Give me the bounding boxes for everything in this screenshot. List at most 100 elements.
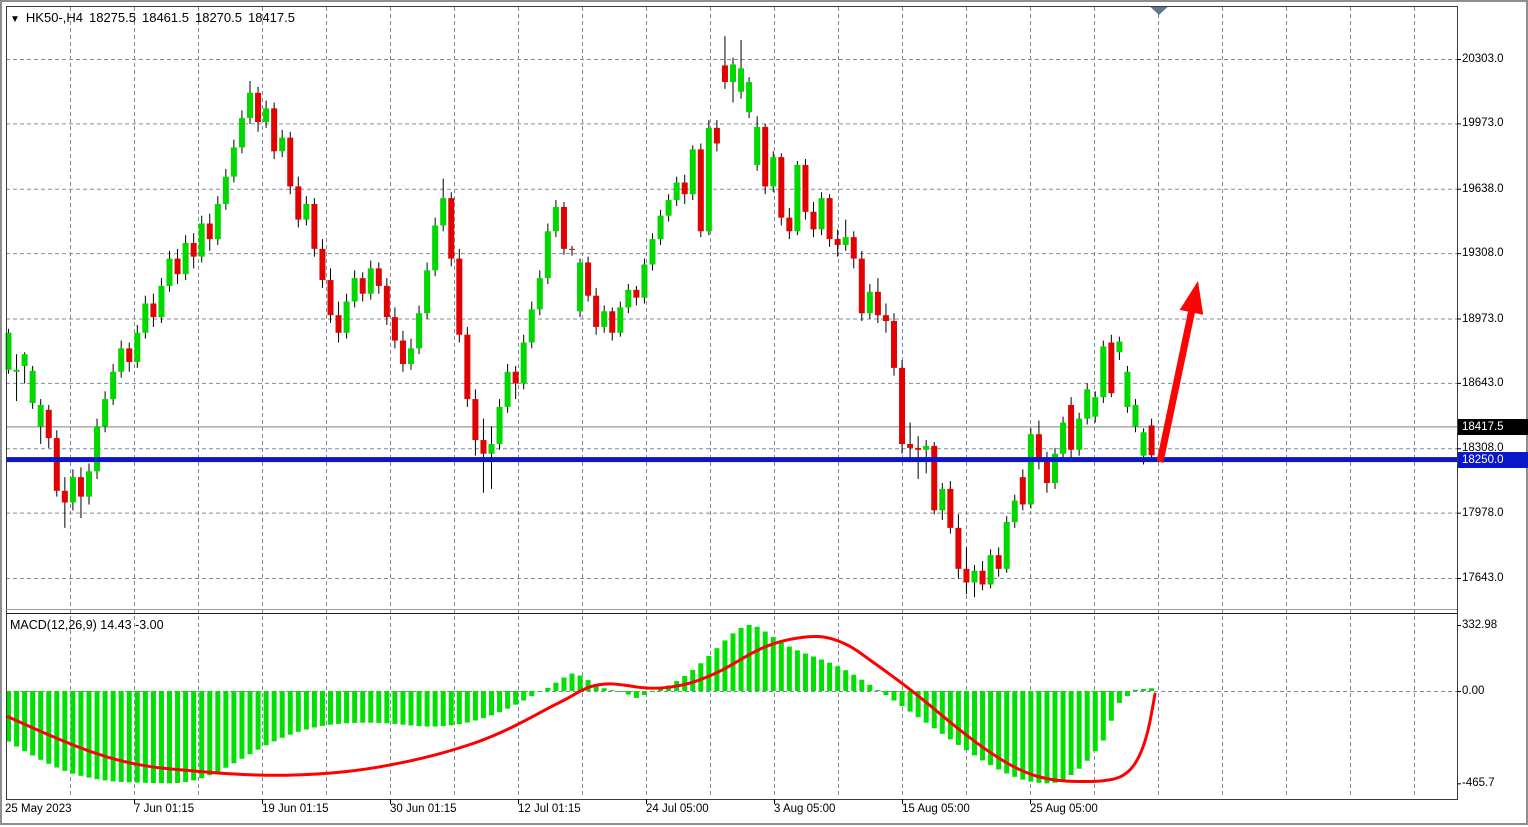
macd-histogram-bar bbox=[570, 674, 575, 691]
macd-histogram-bar bbox=[248, 691, 253, 754]
macd-histogram-bar bbox=[763, 632, 768, 691]
macd-histogram-bar bbox=[908, 691, 913, 712]
candle-body bbox=[1149, 425, 1155, 455]
macd-histogram-bar bbox=[38, 691, 43, 760]
macd-histogram-bar bbox=[803, 654, 808, 691]
macd-histogram-bar bbox=[795, 650, 800, 691]
candle-body bbox=[134, 333, 140, 362]
macd-histogram-bar bbox=[425, 691, 430, 726]
macd-histogram-bar bbox=[1020, 691, 1025, 780]
macd-histogram-bar bbox=[368, 691, 373, 723]
macd-axis-label: -465.7 bbox=[1462, 776, 1495, 790]
macd-histogram-bar bbox=[610, 690, 615, 691]
candle-body bbox=[585, 263, 591, 296]
candle-body bbox=[738, 68, 744, 91]
macd-histogram-bar bbox=[449, 691, 454, 725]
macd-histogram-bar bbox=[1012, 691, 1017, 777]
macd-histogram-bar bbox=[650, 691, 655, 692]
macd-histogram-bar bbox=[352, 691, 357, 723]
price-axis-label: 17978.0 bbox=[1462, 506, 1504, 520]
macd-histogram-bar bbox=[867, 685, 872, 691]
price-axis-label: 20303.0 bbox=[1462, 52, 1504, 66]
candle-body bbox=[762, 127, 768, 187]
candle-body bbox=[328, 280, 334, 315]
candle-body bbox=[867, 292, 873, 313]
candle-body bbox=[344, 302, 350, 333]
candle-body bbox=[86, 471, 92, 496]
macd-histogram-bar bbox=[787, 647, 792, 691]
candle-body bbox=[263, 108, 269, 122]
macd-histogram-bar bbox=[843, 670, 848, 691]
candle-body bbox=[94, 426, 100, 471]
macd-histogram-bar bbox=[537, 691, 542, 692]
candle-body bbox=[706, 128, 712, 231]
macd-histogram-bar bbox=[264, 691, 269, 745]
macd-histogram-bar bbox=[207, 691, 212, 775]
candle-body bbox=[593, 296, 599, 327]
time-axis-label: 30 Jun 01:15 bbox=[390, 803, 457, 815]
macd-histogram-bar bbox=[497, 691, 502, 712]
macd-histogram-bar bbox=[54, 691, 59, 768]
candle-body bbox=[988, 555, 994, 584]
time-axis-label: 25 May 2023 bbox=[5, 803, 72, 815]
candle-body bbox=[907, 444, 913, 448]
macd-histogram-bar bbox=[191, 691, 196, 780]
macd-histogram-bar bbox=[392, 691, 397, 724]
macd-histogram-bar bbox=[127, 691, 132, 782]
chart-canvas[interactable] bbox=[2, 2, 1528, 827]
chart-window: ▼HK50-,H418275.518461.518270.518417.5 MA… bbox=[0, 0, 1528, 825]
macd-histogram-bar bbox=[199, 691, 204, 778]
candle-body bbox=[996, 555, 1002, 569]
trend-arrow-head[interactable] bbox=[1180, 281, 1203, 315]
candle-body bbox=[448, 198, 454, 258]
candle-body bbox=[255, 93, 261, 122]
candle-body bbox=[625, 290, 631, 308]
macd-histogram-bar bbox=[1141, 689, 1146, 691]
macd-histogram-bar bbox=[70, 691, 75, 774]
macd-histogram-bar bbox=[119, 691, 124, 782]
macd-histogram-bar bbox=[851, 675, 856, 691]
candle-body bbox=[384, 286, 390, 317]
candle-body bbox=[199, 223, 205, 256]
macd-histogram-bar bbox=[183, 691, 188, 782]
collapse-triangle-icon[interactable]: ▼ bbox=[10, 14, 20, 25]
candle-body bbox=[1108, 343, 1114, 394]
time-axis-label: 7 Jun 01:15 bbox=[134, 803, 194, 815]
candle-body bbox=[819, 198, 825, 229]
macd-histogram-bar bbox=[320, 691, 325, 726]
candle-body bbox=[641, 264, 647, 297]
macd-histogram-bar bbox=[602, 688, 607, 691]
candle-body bbox=[553, 207, 559, 231]
candle-body bbox=[1141, 432, 1147, 455]
macd-histogram-bar bbox=[1036, 691, 1041, 783]
macd-histogram-bar bbox=[489, 691, 494, 715]
macd-histogram-bar bbox=[1077, 691, 1082, 769]
candle-body bbox=[770, 157, 776, 186]
candle-body bbox=[392, 317, 398, 340]
candle-body bbox=[843, 237, 849, 245]
candle-body bbox=[271, 108, 277, 151]
chart-shift-marker-icon[interactable] bbox=[1151, 7, 1168, 15]
price-axis-label: 17643.0 bbox=[1462, 571, 1504, 585]
candle-body bbox=[102, 399, 108, 426]
candle-body bbox=[142, 303, 148, 332]
bid-price-tag: 18417.5 bbox=[1458, 419, 1528, 435]
candle-body bbox=[658, 216, 664, 239]
macd-histogram-bar bbox=[706, 656, 711, 691]
macd-histogram-bar bbox=[948, 691, 953, 739]
trend-arrow-shaft[interactable] bbox=[1160, 308, 1192, 462]
macd-histogram-bar bbox=[956, 691, 961, 745]
macd-histogram-bar bbox=[618, 691, 623, 692]
macd-histogram-bar bbox=[553, 683, 558, 691]
candle-body bbox=[167, 259, 173, 286]
macd-histogram-bar bbox=[231, 691, 236, 763]
candle-body bbox=[368, 268, 374, 293]
macd-histogram-bar bbox=[304, 691, 309, 729]
candle-body bbox=[1012, 501, 1018, 522]
support-hline-object[interactable] bbox=[6, 457, 1457, 462]
candle-body bbox=[545, 231, 551, 278]
candle-body bbox=[947, 489, 953, 528]
macd-histogram-bar bbox=[135, 691, 140, 783]
candle-body bbox=[754, 127, 760, 165]
macd-histogram-bar bbox=[336, 691, 341, 724]
